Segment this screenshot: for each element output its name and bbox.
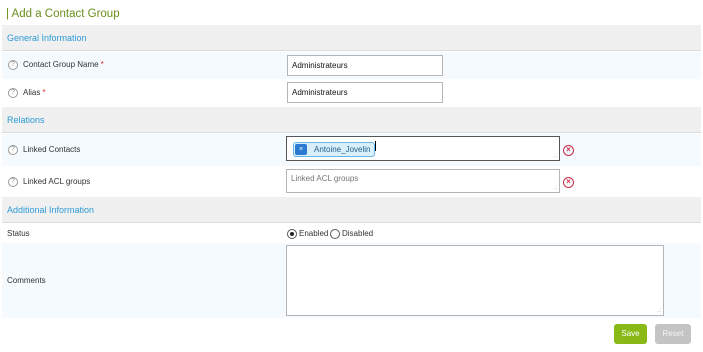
row-linked-acl-groups: ? Linked ACL groups Linked ACL groups .:…: [2, 166, 701, 197]
section-general-information: General Information: [2, 25, 701, 51]
clear-circle-icon[interactable]: ×: [563, 145, 574, 156]
required-marker: *: [42, 88, 46, 97]
selected-contact-chip[interactable]: × Antoine_Jovelin: [293, 142, 376, 157]
row-comments: Comments .:: [2, 243, 701, 318]
field-label: Comments: [7, 276, 46, 285]
row-linked-contacts: ? Linked Contacts × Antoine_Jovelin .: ×: [2, 134, 701, 166]
help-circle-icon[interactable]: ?: [8, 60, 18, 70]
row-status: Status Enabled Disabled: [2, 224, 701, 243]
contact-group-name-input[interactable]: Administrateurs: [287, 55, 443, 76]
page-title: | Add a Contact Group: [6, 8, 120, 20]
field-label: Status: [7, 229, 30, 238]
radio-label-disabled[interactable]: Disabled: [342, 229, 373, 238]
save-button[interactable]: Save: [614, 324, 647, 344]
help-circle-icon[interactable]: ?: [8, 177, 18, 187]
section-additional-information: Additional Information: [2, 197, 701, 223]
radio-label-enabled[interactable]: Enabled: [299, 229, 328, 238]
required-marker: *: [100, 60, 104, 69]
radio-disabled[interactable]: [330, 229, 340, 239]
remove-x-icon[interactable]: ×: [295, 144, 307, 155]
help-circle-icon[interactable]: ?: [8, 145, 18, 155]
resize-grip-icon[interactable]: .:: [554, 153, 557, 159]
section-title: Relations: [7, 115, 45, 125]
linked-contacts-select[interactable]: × Antoine_Jovelin .:: [286, 136, 560, 161]
row-contact-group-name: ? Contact Group Name * Administrateurs: [2, 52, 701, 79]
radio-enabled[interactable]: [287, 229, 297, 239]
placeholder-text: Linked ACL groups: [291, 174, 359, 183]
linked-acl-groups-select[interactable]: Linked ACL groups .:: [286, 169, 560, 193]
clear-circle-icon[interactable]: ×: [563, 177, 574, 188]
section-relations: Relations: [2, 107, 701, 133]
resize-grip-icon[interactable]: .:: [554, 185, 557, 191]
section-title: General Information: [7, 33, 87, 43]
field-label: Contact Group Name *: [23, 60, 104, 69]
alias-input[interactable]: Administrateurs: [287, 82, 443, 103]
text-cursor: [375, 141, 376, 151]
help-circle-icon[interactable]: ?: [8, 88, 18, 98]
field-label: Linked ACL groups: [23, 177, 91, 186]
reset-button[interactable]: Reset: [655, 324, 691, 344]
comments-textarea[interactable]: .:: [286, 245, 664, 316]
field-label: Alias *: [23, 88, 46, 97]
section-title: Additional Information: [7, 205, 95, 215]
chip-label: Antoine_Jovelin: [314, 145, 371, 154]
row-alias: ? Alias * Administrateurs: [2, 79, 701, 107]
resize-grip-icon[interactable]: .:: [658, 308, 661, 314]
field-label: Linked Contacts: [23, 145, 81, 154]
